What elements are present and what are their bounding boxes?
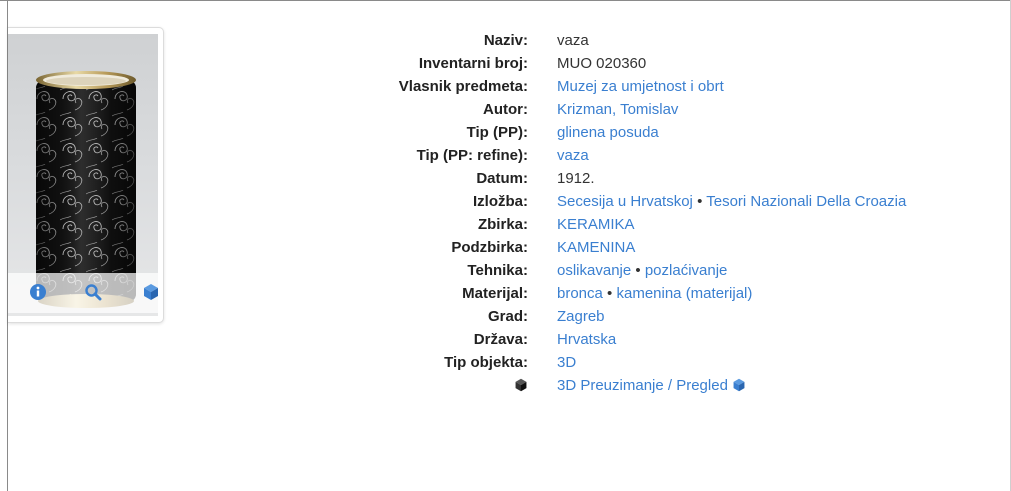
detail-label: Tip objekta: (444, 354, 528, 371)
detail-label: Autor: (483, 101, 528, 118)
detail-link[interactable]: glinena posuda (557, 124, 659, 141)
detail-link[interactable]: 3D Preuzimanje / Pregled (557, 377, 728, 394)
detail-value: Zagreb (557, 305, 906, 328)
detail-link[interactable]: KERAMIKA (557, 216, 635, 233)
value-separator: • (697, 193, 703, 210)
detail-label: Materijal: (462, 285, 528, 302)
detail-text: MUO 020360 (557, 55, 647, 72)
detail-link[interactable]: bronca (557, 285, 603, 302)
detail-label: Tip (PP): (466, 124, 528, 141)
detail-text: 1912. (557, 170, 595, 187)
detail-value: bronca • kamenina (materijal) (557, 282, 906, 305)
detail-label: Izložba: (473, 193, 528, 210)
detail-label: Vlasnik predmeta: (398, 78, 528, 95)
detail-link[interactable]: Krizman, Tomislav (557, 101, 678, 118)
detail-link[interactable]: Zagreb (557, 308, 605, 325)
detail-value: glinena posuda (557, 121, 906, 144)
zoom-icon[interactable] (84, 283, 102, 301)
detail-label: Podzbirka: (451, 239, 528, 256)
detail-link[interactable]: Secesija u Hrvatskoj (557, 193, 693, 210)
detail-label: Datum: (476, 170, 528, 187)
detail-link[interactable]: kamenina (materijal) (616, 285, 752, 302)
window-top-border (0, 0, 1011, 1)
detail-value: MUO 020360 (557, 52, 906, 75)
detail-link[interactable]: pozlaćivanje (645, 262, 728, 279)
detail-value: oslikavanje • pozlaćivanje (557, 259, 906, 282)
value-separator: • (635, 262, 641, 279)
detail-label: Tip (PP: refine): (416, 147, 528, 164)
detail-label: Tehnika: (467, 262, 528, 279)
value-separator: • (607, 285, 613, 302)
cube-icon[interactable] (142, 283, 160, 301)
detail-label (300, 374, 528, 399)
detail-link[interactable]: Tesori Nazionali Della Croazia (706, 193, 906, 210)
detail-link[interactable]: Muzej za umjetnost i obrt (557, 78, 724, 95)
detail-value: Krizman, Tomislav (557, 98, 906, 121)
detail-link[interactable]: oslikavanje (557, 262, 631, 279)
detail-value: KAMENINA (557, 236, 906, 259)
cube-icon (514, 376, 528, 399)
detail-value: Secesija u Hrvatskoj • Tesori Nazionali … (557, 190, 906, 213)
detail-text: vaza (557, 32, 589, 49)
object-image-card (8, 27, 164, 323)
detail-value: KERAMIKA (557, 213, 906, 236)
object-details: Naziv: vaza Inventarni broj: MUO 020360 Vlas… (300, 29, 907, 399)
detail-value: vaza (557, 144, 906, 167)
detail-value: 3D Preuzimanje / Pregled (557, 374, 906, 399)
detail-link[interactable]: vaza (557, 147, 589, 164)
detail-label: Država: (473, 331, 528, 348)
detail-value: Muzej za umjetnost i obrt (557, 75, 906, 98)
detail-value: 1912. (557, 167, 906, 190)
detail-label: Naziv: (483, 32, 528, 49)
detail-label: Grad: (487, 308, 528, 325)
info-icon[interactable] (29, 283, 47, 301)
detail-link[interactable]: 3D (557, 354, 576, 371)
cube-icon[interactable] (732, 376, 746, 399)
detail-value: 3D (557, 351, 906, 374)
detail-link[interactable]: Hrvatska (557, 331, 616, 348)
detail-value: Hrvatska (557, 328, 906, 351)
detail-link[interactable]: KAMENINA (557, 239, 635, 256)
detail-label: Inventarni broj: (418, 55, 528, 72)
detail-value: vaza (557, 29, 906, 52)
detail-label: Zbirka: (477, 216, 528, 233)
